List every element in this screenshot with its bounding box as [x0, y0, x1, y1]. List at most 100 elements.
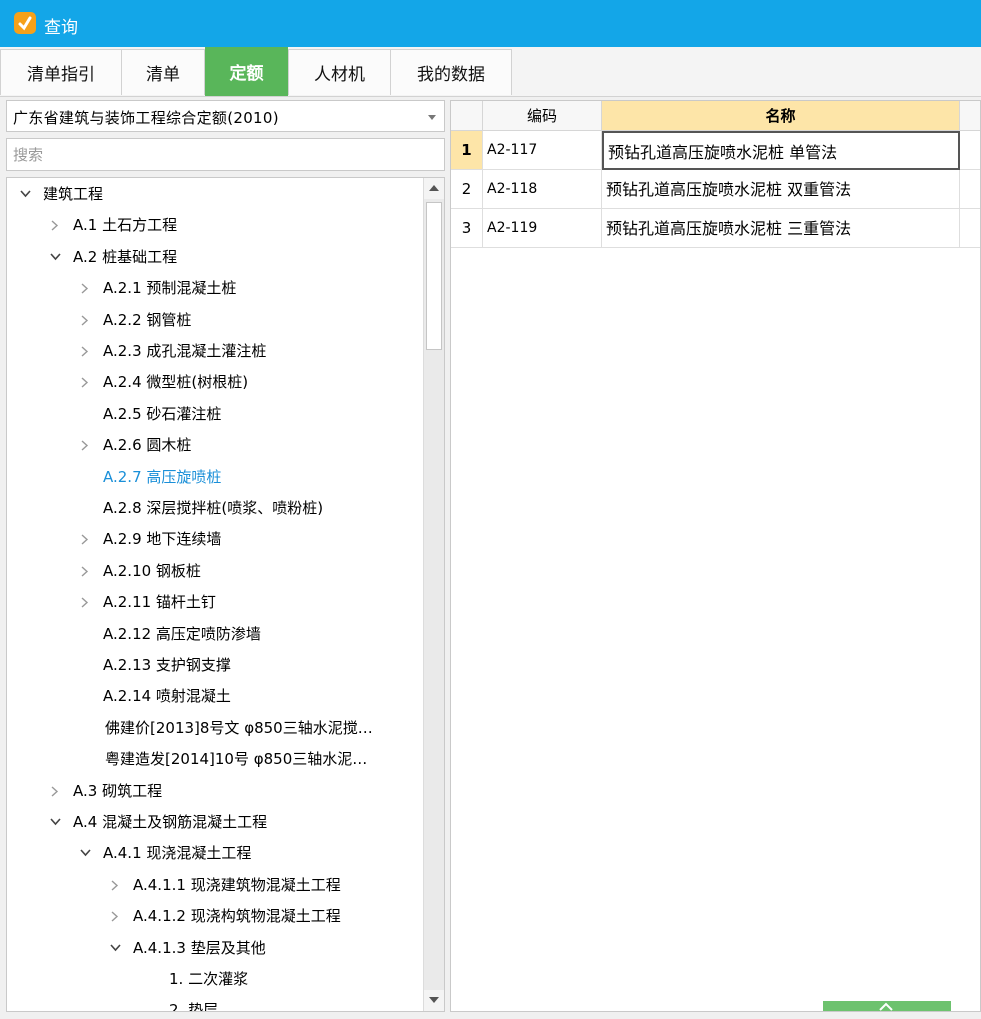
tree-item[interactable]: 粤建造发[2014]10号 φ850三轴水泥…: [7, 744, 417, 775]
tree-item[interactable]: A.2.7 高压旋喷桩: [7, 462, 417, 493]
tree-item-label: 2. 垫层: [169, 1001, 219, 1012]
quota-library-value: 广东省建筑与装饰工程综合定额(2010): [13, 109, 279, 127]
tree-item-label: A.2.3 成孔混凝土灌注桩: [103, 342, 267, 360]
tree-item-label: A.1 土石方工程: [73, 216, 178, 235]
chevron-right-icon[interactable]: [49, 776, 63, 807]
cell-code[interactable]: A2-119: [483, 209, 602, 248]
chevron-right-icon[interactable]: [79, 556, 93, 587]
chevron-right-icon[interactable]: [79, 305, 93, 336]
tree-item-label: A.4.1.3 垫层及其他: [133, 938, 266, 957]
tree-item-label: A.2.13 支护钢支撑: [103, 656, 231, 674]
window-title: 查询: [44, 18, 78, 38]
tree-item[interactable]: A.2.11 锚杆土钉: [7, 587, 417, 618]
cell-name[interactable]: 预钻孔道高压旋喷水泥桩 双重管法: [602, 170, 960, 209]
chevron-right-icon[interactable]: [109, 901, 123, 932]
chevron-down-icon[interactable]: [79, 838, 93, 869]
tree-item[interactable]: A.4.1 现浇混凝土工程: [7, 838, 417, 869]
tree-item-label: A.2.1 预制混凝土桩: [103, 279, 237, 298]
cell-code[interactable]: A2-117: [483, 131, 602, 170]
left-panel: 广东省建筑与装饰工程综合定额(2010) 建筑工程 A.1 土石方工程 A.2 桩基…: [6, 100, 445, 1012]
tree-item-label: A.2 桩基础工程: [73, 247, 178, 266]
tree-item[interactable]: A.2.6 圆木桩: [7, 430, 417, 461]
tree-item[interactable]: A.4.1.2 现浇构筑物混凝土工程: [7, 901, 417, 932]
chevron-right-icon[interactable]: [79, 336, 93, 367]
cell-name[interactable]: 预钻孔道高压旋喷水泥桩 单管法: [602, 131, 960, 170]
chevron-right-icon[interactable]: [79, 524, 93, 555]
tree-item[interactable]: A.2.4 微型桩(树根桩): [7, 367, 417, 398]
tab-labor-material-machine[interactable]: 人材机: [288, 49, 391, 95]
tab-quota[interactable]: 定额: [205, 47, 288, 96]
chevron-right-icon[interactable]: [79, 367, 93, 398]
scroll-down-icon[interactable]: [424, 990, 444, 1011]
tree-item-label: A.4.1 现浇混凝土工程: [103, 844, 252, 863]
quota-library-select[interactable]: 广东省建筑与装饰工程综合定额(2010): [6, 100, 445, 132]
column-header-name[interactable]: 名称: [602, 101, 960, 131]
tree-item-label: A.4.1.2 现浇构筑物混凝土工程: [133, 907, 341, 926]
tree-item[interactable]: A.2.12 高压定喷防渗墙: [7, 619, 417, 650]
scroll-thumb[interactable]: [426, 202, 442, 350]
tab-bill[interactable]: 清单: [121, 49, 205, 95]
tree-item[interactable]: A.2.5 砂石灌注桩: [7, 399, 417, 430]
tree-item-label: A.2.8 深层搅拌桩(喷浆、喷粉桩): [103, 499, 324, 517]
tree-item-label: A.4 混凝土及钢筋混凝土工程: [73, 813, 268, 831]
tab-bill-guide[interactable]: 清单指引: [0, 49, 122, 95]
row-number[interactable]: 1: [451, 131, 483, 170]
chevron-down-icon[interactable]: [109, 933, 123, 964]
tree-item-label: A.2.4 微型桩(树根桩): [103, 373, 249, 392]
chevron-right-icon[interactable]: [49, 210, 63, 241]
scroll-up-icon[interactable]: [424, 178, 444, 199]
tree-item[interactable]: A.2.8 深层搅拌桩(喷浆、喷粉桩): [7, 493, 417, 524]
tree-item[interactable]: A.2.14 喷射混凝土: [7, 681, 417, 712]
tree-item[interactable]: A.2.2 钢管桩: [7, 305, 417, 336]
app-logo-icon: [14, 12, 36, 34]
chevron-right-icon[interactable]: [79, 273, 93, 304]
tree-item[interactable]: A.2 桩基础工程: [7, 242, 417, 273]
tree-item[interactable]: A.2.13 支护钢支撑: [7, 650, 417, 681]
tree-item[interactable]: A.4 混凝土及钢筋混凝土工程: [7, 807, 417, 838]
cell-extra[interactable]: [960, 170, 980, 209]
chevron-down-icon[interactable]: [19, 179, 33, 210]
tab-my-data[interactable]: 我的数据: [390, 49, 512, 95]
tree-item[interactable]: A.2.1 预制混凝土桩: [7, 273, 417, 304]
chevron-right-icon[interactable]: [109, 870, 123, 901]
cell-code[interactable]: A2-118: [483, 170, 602, 209]
search-input[interactable]: [6, 138, 445, 171]
tree-item[interactable]: A.1 土石方工程: [7, 210, 417, 241]
tree-item-label: A.2.6 圆木桩: [103, 436, 192, 455]
chevron-down-icon[interactable]: [49, 242, 63, 273]
title-bar: 查询: [0, 0, 981, 47]
tree-item[interactable]: 建筑工程: [7, 179, 417, 210]
tree-item[interactable]: A.4.1.3 垫层及其他: [7, 933, 417, 964]
tree-item-label: A.2.5 砂石灌注桩: [103, 404, 222, 423]
tree-item-label: A.2.9 地下连续墙: [103, 530, 222, 549]
chevron-right-icon[interactable]: [79, 430, 93, 461]
tree-item[interactable]: A.2.9 地下连续墙: [7, 524, 417, 555]
cell-extra[interactable]: [960, 209, 980, 248]
tree-item-label: A.2.11 锚杆土钉: [103, 593, 216, 612]
tree-item[interactable]: 2. 垫层: [7, 995, 417, 1012]
tree-item[interactable]: A.3 砌筑工程: [7, 776, 417, 807]
tree-item-label: A.2.2 钢管桩: [103, 310, 192, 329]
tree-scrollbar[interactable]: [423, 178, 444, 1011]
tree-item-label: A.2.10 钢板桩: [103, 561, 201, 580]
chevron-down-icon[interactable]: [49, 807, 63, 838]
cell-extra[interactable]: [960, 131, 980, 170]
tree-item-label: A.2.7 高压旋喷桩: [103, 467, 222, 486]
tree-item[interactable]: 1. 二次灌浆: [7, 964, 417, 995]
dropdown-arrow-icon: [428, 115, 436, 120]
tree-item[interactable]: A.2.3 成孔混凝土灌注桩: [7, 336, 417, 367]
row-number[interactable]: 3: [451, 209, 483, 248]
column-header-extra: [960, 101, 980, 131]
tree-item[interactable]: A.4.1.1 现浇建筑物混凝土工程: [7, 870, 417, 901]
chevron-right-icon[interactable]: [79, 587, 93, 618]
tree-item-label: 佛建价[2013]8号文 φ850三轴水泥搅…: [105, 718, 373, 737]
row-number[interactable]: 2: [451, 170, 483, 209]
tree-item-label: A.4.1.1 现浇建筑物混凝土工程: [133, 875, 341, 894]
tree-item[interactable]: A.2.10 钢板桩: [7, 556, 417, 587]
quota-grid: 编码 名称 1 A2-117 预钻孔道高压旋喷水泥桩 单管法 2 A2-118 预钻孔道高…: [450, 100, 981, 1012]
column-header-code[interactable]: 编码: [483, 101, 602, 131]
tree-item-label: A.3 砌筑工程: [73, 781, 163, 800]
tree-item[interactable]: 佛建价[2013]8号文 φ850三轴水泥搅…: [7, 713, 417, 744]
cell-name[interactable]: 预钻孔道高压旋喷水泥桩 三重管法: [602, 209, 960, 248]
expand-panel-button[interactable]: [823, 1001, 951, 1011]
